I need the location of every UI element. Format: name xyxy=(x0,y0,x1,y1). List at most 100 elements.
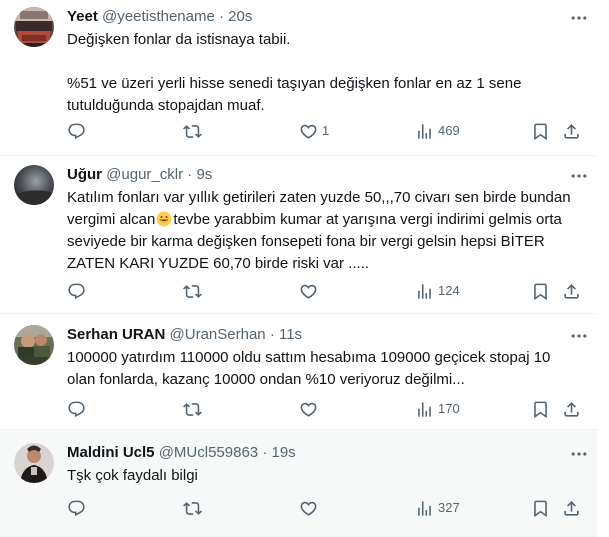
view-count: 327 xyxy=(438,500,460,515)
avatar[interactable] xyxy=(14,7,54,47)
timestamp[interactable]: 19s xyxy=(272,444,296,461)
reply-icon xyxy=(67,400,86,419)
tweet-actions: 327 xyxy=(67,498,592,518)
separator-dot: · xyxy=(262,444,268,461)
views-icon xyxy=(415,499,434,518)
more-options-button[interactable] xyxy=(569,166,589,186)
like-button[interactable] xyxy=(299,498,322,518)
reply-button[interactable] xyxy=(67,121,90,141)
bookmark-icon xyxy=(531,122,550,141)
user-handle[interactable]: @ugur_cklr xyxy=(106,166,183,183)
tweet-actions: 1 469 xyxy=(67,121,592,141)
retweet-button[interactable] xyxy=(183,498,206,518)
retweet-icon xyxy=(183,400,202,419)
timestamp[interactable]: 9s xyxy=(196,166,212,183)
grinning-face-emoji xyxy=(156,211,172,227)
reply-button[interactable] xyxy=(67,281,90,301)
display-name[interactable]: Yeet xyxy=(67,8,98,25)
bookmark-button[interactable] xyxy=(531,399,550,419)
tweet-text-line: 100000 yatırdım 110000 oldu sattım hesab… xyxy=(67,349,551,366)
like-button[interactable] xyxy=(299,399,322,419)
tweet-text: 100000 yatırdım 110000 oldu sattım hesab… xyxy=(67,347,579,391)
reply-button[interactable] xyxy=(67,399,90,419)
tweet-serhan[interactable]: Serhan URAN @UranSerhan · 11s 100000 yat… xyxy=(0,314,597,430)
avatar-image xyxy=(14,443,54,483)
view-count: 469 xyxy=(438,123,460,138)
tweet-text-line: vergimi alcan tevbe yarabbim kumar at yar… xyxy=(67,209,579,231)
user-handle[interactable]: @MUcl559863 xyxy=(159,444,258,461)
share-icon xyxy=(562,499,581,518)
bookmark-icon xyxy=(531,499,550,518)
share-icon xyxy=(562,282,581,301)
retweet-icon xyxy=(183,282,202,301)
tweet-ugur[interactable]: Uğur @ugur_cklr · 9s Katılım fonları var… xyxy=(0,156,597,314)
tweet-maldini[interactable]: Maldini Ucl5 @MUcl559863 · 19s Tşk çok f… xyxy=(0,430,597,537)
reply-icon xyxy=(67,122,86,141)
tweet-text-line: ZATEN KARI YUZDE 60,70 birde riski var .… xyxy=(67,255,370,272)
retweet-button[interactable] xyxy=(183,399,206,419)
share-icon xyxy=(562,400,581,419)
tweet-actions: 124 xyxy=(67,281,592,301)
more-options-button[interactable] xyxy=(569,444,589,464)
more-options-button[interactable] xyxy=(569,8,589,28)
tweet-text-fragment: vergimi alcan xyxy=(67,211,156,228)
bookmark-button[interactable] xyxy=(531,281,550,301)
like-count: 1 xyxy=(322,123,330,138)
views-button[interactable]: 170 xyxy=(415,399,460,419)
views-icon xyxy=(415,282,434,301)
tweet-text-fragment: tevbe yarabbim kumar at yarışına vergi i… xyxy=(173,211,562,228)
views-button[interactable]: 327 xyxy=(415,498,460,518)
retweet-icon xyxy=(183,499,202,518)
share-button[interactable] xyxy=(562,121,581,141)
like-icon xyxy=(299,122,318,141)
more-options-button[interactable] xyxy=(569,326,589,346)
bookmark-button[interactable] xyxy=(531,121,550,141)
reply-icon xyxy=(67,499,86,518)
retweet-button[interactable] xyxy=(183,281,206,301)
like-button[interactable]: 1 xyxy=(299,121,329,141)
view-count: 124 xyxy=(438,283,460,298)
share-button[interactable] xyxy=(562,281,581,301)
separator-dot: · xyxy=(219,8,224,25)
timestamp[interactable]: 11s xyxy=(279,326,302,343)
avatar[interactable] xyxy=(14,165,54,205)
like-button[interactable] xyxy=(299,281,322,301)
scrollbar[interactable] xyxy=(597,0,609,537)
tweet-text: Değişken fonlar da istisnaya tabii. %51 … xyxy=(67,29,579,117)
more-icon xyxy=(569,444,589,464)
display-name[interactable]: Maldini Ucl5 xyxy=(67,444,155,461)
like-icon xyxy=(299,282,318,301)
avatar[interactable] xyxy=(14,443,54,483)
share-button[interactable] xyxy=(562,498,581,518)
avatar-image xyxy=(14,7,54,47)
tweet-header: Serhan URAN @UranSerhan · 11s xyxy=(67,325,577,345)
views-icon xyxy=(415,400,434,419)
tweet-text-line: Değişken fonlar da istisnaya tabii. xyxy=(67,31,291,48)
retweet-button[interactable] xyxy=(183,121,206,141)
tweet-actions: 170 xyxy=(67,399,592,419)
more-icon xyxy=(569,166,589,186)
user-handle[interactable]: @UranSerhan xyxy=(170,326,266,343)
bookmark-button[interactable] xyxy=(531,498,550,518)
bookmark-icon xyxy=(531,400,550,419)
more-icon xyxy=(569,326,589,346)
reply-icon xyxy=(67,282,86,301)
views-button[interactable]: 469 xyxy=(415,121,460,141)
avatar-image xyxy=(14,165,54,205)
user-handle[interactable]: @yeetisthename xyxy=(102,8,215,25)
bookmark-icon xyxy=(531,282,550,301)
tweet-yeet[interactable]: Yeet @yeetisthename · 20s Değişken fonla… xyxy=(0,0,597,156)
avatar[interactable] xyxy=(14,325,54,365)
tweet-header: Yeet @yeetisthename · 20s xyxy=(67,7,577,27)
tweet-header: Maldini Ucl5 @MUcl559863 · 19s xyxy=(67,443,577,463)
share-button[interactable] xyxy=(562,399,581,419)
timestamp[interactable]: 20s xyxy=(228,8,252,25)
tweet-text-line: olan fonlarda, kazanç 10000 ondan %10 ve… xyxy=(67,371,465,388)
display-name[interactable]: Uğur xyxy=(67,166,102,183)
views-button[interactable]: 124 xyxy=(415,281,460,301)
display-name[interactable]: Serhan URAN xyxy=(67,326,165,343)
tweet-header: Uğur @ugur_cklr · 9s xyxy=(67,165,577,185)
reply-button[interactable] xyxy=(67,498,90,518)
separator-dot: · xyxy=(269,326,275,343)
views-icon xyxy=(415,122,434,141)
